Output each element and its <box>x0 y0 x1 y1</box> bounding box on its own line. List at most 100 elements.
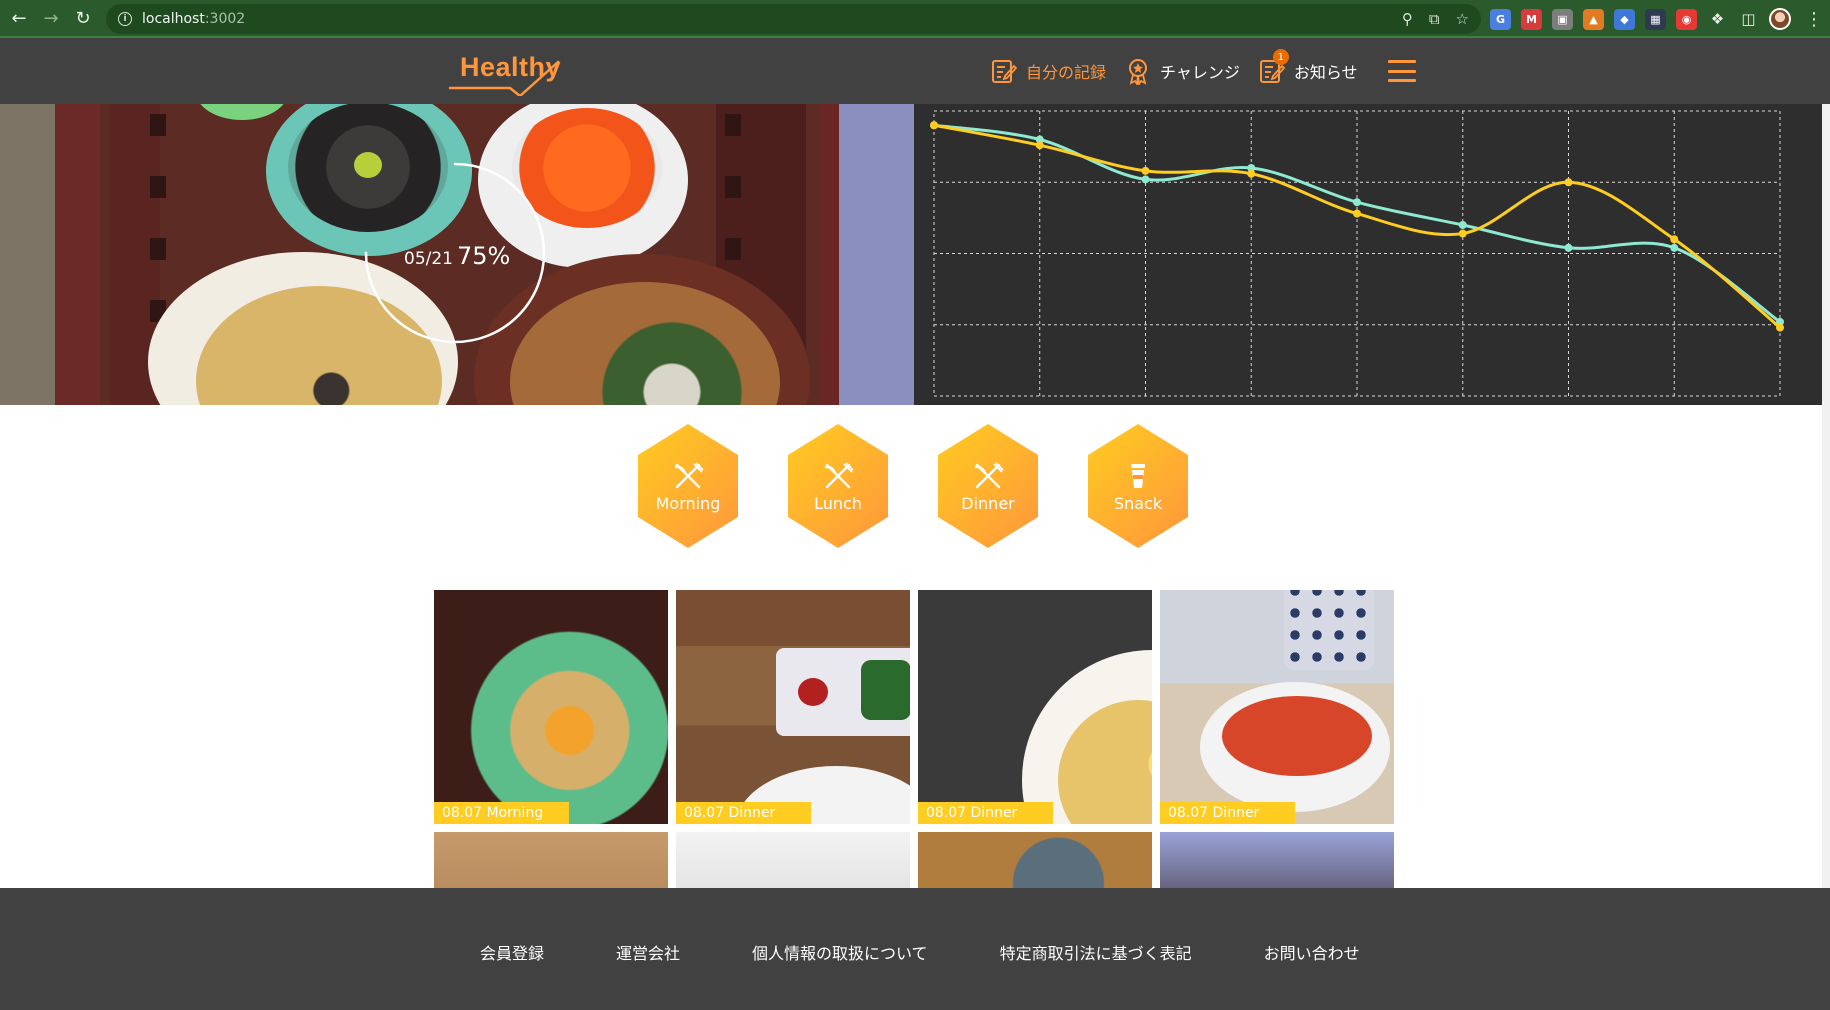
footer-links: 会員登録 運営会社 個人情報の取扱について 特定商取引法に基づく表記 お問い合わ… <box>480 940 1432 964</box>
chart-point-0 <box>1670 243 1679 252</box>
url-port: :3002 <box>204 11 246 27</box>
address-url[interactable]: localhost:3002 <box>142 11 245 27</box>
shield-extension-icon[interactable]: ◆ <box>1614 8 1635 30</box>
chart-point-1 <box>1247 169 1256 178</box>
meal-button-morning[interactable]: Morning <box>638 424 738 548</box>
cup-icon <box>1131 464 1145 488</box>
chart-point-1 <box>1776 323 1784 332</box>
meal-card-caption: 08.07 Dinner <box>1160 802 1295 824</box>
meal-history-grid: 08.07 Morning 08.07 Dinner 08.07 Dinner … <box>434 590 1394 888</box>
footer-link-tokushoho[interactable]: 特定商取引法に基づく表記 <box>1000 940 1192 964</box>
knife-fork-icon <box>974 462 1004 489</box>
key-icon[interactable]: ⚲ <box>1402 10 1413 28</box>
tray-hole <box>725 176 741 198</box>
meal-card[interactable]: 08.07 Morning <box>434 590 668 824</box>
tray-hole <box>725 114 741 136</box>
meal-card[interactable] <box>918 832 1152 888</box>
cube-extension-icon[interactable]: ▣ <box>1552 8 1573 30</box>
page-scrollbar[interactable] <box>1822 104 1830 888</box>
meal-card[interactable]: 08.07 Dinner <box>918 590 1152 824</box>
meal-card[interactable] <box>1160 832 1394 888</box>
footer-link-register[interactable]: 会員登録 <box>480 940 544 964</box>
meal-card-caption: 08.07 Dinner <box>918 802 1053 824</box>
fox-extension-icon[interactable]: ▲ <box>1583 8 1604 30</box>
site-info-icon[interactable]: i <box>118 12 132 26</box>
nav-challenge-label: チャレンジ <box>1160 63 1240 82</box>
body-record-chart <box>914 104 1830 405</box>
meal-button-label: Dinner <box>961 494 1015 513</box>
hamburger-menu-icon[interactable] <box>1387 60 1416 82</box>
tray-hole <box>150 238 166 260</box>
meal-button-label: Snack <box>1113 494 1163 513</box>
nav-news-label: お知らせ <box>1293 63 1358 82</box>
chart-point-0 <box>1458 221 1467 229</box>
puzzle-extensions-icon[interactable]: ❖ <box>1707 9 1728 30</box>
meal-button-dinner[interactable]: Dinner <box>938 424 1038 548</box>
back-arrow-icon[interactable]: ← <box>6 5 32 31</box>
site-header: Healthy 自分の記録 チャレンジ 1 お知らせ <box>0 38 1830 104</box>
nav-my-record[interactable]: 自分の記録 <box>990 57 1106 85</box>
meal-button-label: Lunch <box>814 494 862 513</box>
notification-badge: 1 <box>1272 49 1289 65</box>
meal-button-snack[interactable]: Snack <box>1088 424 1188 548</box>
tomato-soup <box>1222 696 1372 776</box>
nav-news[interactable]: 1 お知らせ <box>1258 49 1358 85</box>
meal-card-caption: 08.07 Dinner <box>676 802 811 824</box>
profile-avatar[interactable] <box>1769 8 1791 30</box>
meal-button-label: Morning <box>655 494 721 513</box>
spinach <box>861 660 910 720</box>
knife-fork-icon <box>824 462 854 489</box>
tray-hole <box>150 176 166 198</box>
side-dish <box>196 104 288 120</box>
browser-menu-icon[interactable]: ⋮ <box>1805 9 1823 30</box>
tray-hole <box>725 238 741 260</box>
logo-swoosh-icon <box>448 60 560 96</box>
pitcher <box>1284 590 1374 670</box>
chart-point-1 <box>1564 178 1573 187</box>
nav-challenge[interactable]: チャレンジ <box>1124 57 1240 85</box>
memo-icon <box>990 57 1018 85</box>
umeboshi <box>798 678 828 706</box>
achievement-date: 05/21 <box>404 249 453 269</box>
chart-point-0 <box>1564 243 1573 252</box>
meal-card[interactable]: 08.07 Dinner <box>1160 590 1394 824</box>
hero-meal-photo: 05/21 75% <box>0 104 914 405</box>
devtools-extension-icon[interactable]: ▦ <box>1645 8 1666 30</box>
mail-extension-icon[interactable]: M <box>1521 8 1542 30</box>
chart-point-1 <box>1141 166 1150 175</box>
chart-point-1 <box>1353 209 1361 218</box>
footer-link-contact[interactable]: お問い合わせ <box>1264 940 1360 964</box>
tray-right-edge <box>820 104 914 405</box>
chart-point-1 <box>1035 141 1044 150</box>
achievement-readout: 05/21 75% <box>404 242 510 270</box>
record-extension-icon[interactable]: ◉ <box>1676 8 1697 30</box>
meal-button-lunch[interactable]: Lunch <box>788 424 888 548</box>
chart-point-1 <box>1458 229 1467 238</box>
forward-arrow-icon[interactable]: → <box>38 5 64 31</box>
footer-link-company[interactable]: 運営会社 <box>616 940 680 964</box>
challenge-medal-icon <box>1124 57 1152 85</box>
tray-left-edge <box>0 104 100 405</box>
side-panel-icon[interactable]: ◫ <box>1738 9 1759 30</box>
translate-extension-icon[interactable]: G <box>1490 8 1511 30</box>
line-chart-svg <box>930 110 1784 397</box>
chart-point-0 <box>1141 175 1150 184</box>
tray-hole <box>150 114 166 136</box>
url-host: localhost <box>142 11 205 27</box>
browser-toolbar: ← → ↻ i localhost:3002 ⚲ ⧉ ☆ G M ▣ ▲ ◆ ▦… <box>0 0 1830 38</box>
site-footer: 会員登録 運営会社 個人情報の取扱について 特定商取引法に基づく表記 お問い合わ… <box>0 888 1830 1010</box>
meal-filter-buttons: Morning Lunch Dinner Snack <box>638 424 1238 548</box>
footer-link-privacy[interactable]: 個人情報の取扱について <box>752 940 928 964</box>
address-bar[interactable]: i localhost:3002 ⚲ ⧉ ☆ <box>106 4 1481 34</box>
meal-card[interactable] <box>434 832 668 888</box>
chart-point-0 <box>1353 198 1361 207</box>
reload-icon[interactable]: ↻ <box>70 5 96 31</box>
chart-point-1 <box>930 121 938 130</box>
logo[interactable]: Healthy <box>448 52 561 96</box>
meal-card[interactable] <box>676 832 910 888</box>
achievement-percent: 75% <box>457 242 511 270</box>
meal-card[interactable]: 08.07 Dinner <box>676 590 910 824</box>
nav-my-record-label: 自分の記録 <box>1026 63 1107 82</box>
bookmark-star-icon[interactable]: ☆ <box>1456 10 1469 28</box>
share-icon[interactable]: ⧉ <box>1429 10 1440 28</box>
